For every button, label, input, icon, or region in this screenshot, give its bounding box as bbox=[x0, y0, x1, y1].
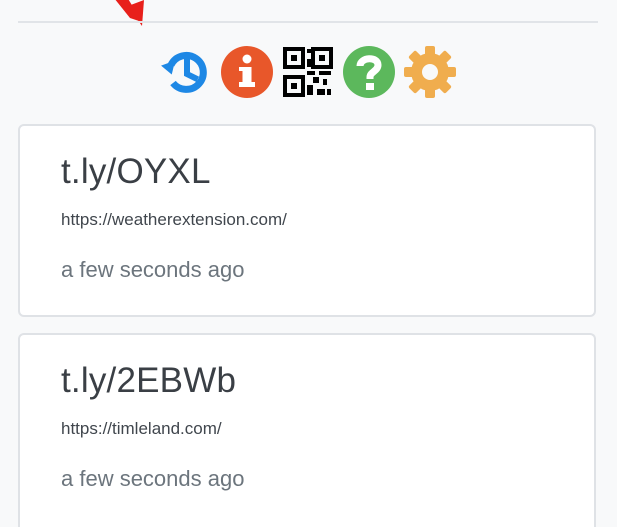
help-button[interactable] bbox=[341, 44, 397, 100]
qr-code-button[interactable] bbox=[280, 44, 336, 100]
settings-icon bbox=[404, 46, 456, 98]
long-url[interactable]: https://weatherextension.com/ bbox=[61, 210, 287, 230]
toolbar bbox=[158, 44, 458, 100]
settings-button[interactable] bbox=[402, 44, 458, 100]
red-arrow-annotation bbox=[115, 0, 144, 26]
qr-code-icon bbox=[283, 47, 333, 97]
header-divider bbox=[18, 21, 598, 23]
link-card[interactable]: t.ly/OYXL https://weatherextension.com/ … bbox=[18, 124, 596, 317]
short-link[interactable]: t.ly/2EBWb bbox=[61, 361, 236, 401]
short-link[interactable]: t.ly/OYXL bbox=[61, 152, 211, 192]
link-card[interactable]: t.ly/2EBWb https://timleland.com/ a few … bbox=[18, 333, 596, 527]
info-icon bbox=[221, 46, 273, 98]
long-url[interactable]: https://timleland.com/ bbox=[61, 419, 222, 439]
history-button[interactable] bbox=[158, 44, 214, 100]
history-icon bbox=[161, 51, 207, 93]
created-time: a few seconds ago bbox=[61, 466, 245, 491]
info-button[interactable] bbox=[219, 44, 275, 100]
created-time: a few seconds ago bbox=[61, 257, 245, 282]
popup-page: t.ly/OYXL https://weatherextension.com/ … bbox=[0, 0, 617, 527]
help-icon bbox=[343, 46, 395, 98]
